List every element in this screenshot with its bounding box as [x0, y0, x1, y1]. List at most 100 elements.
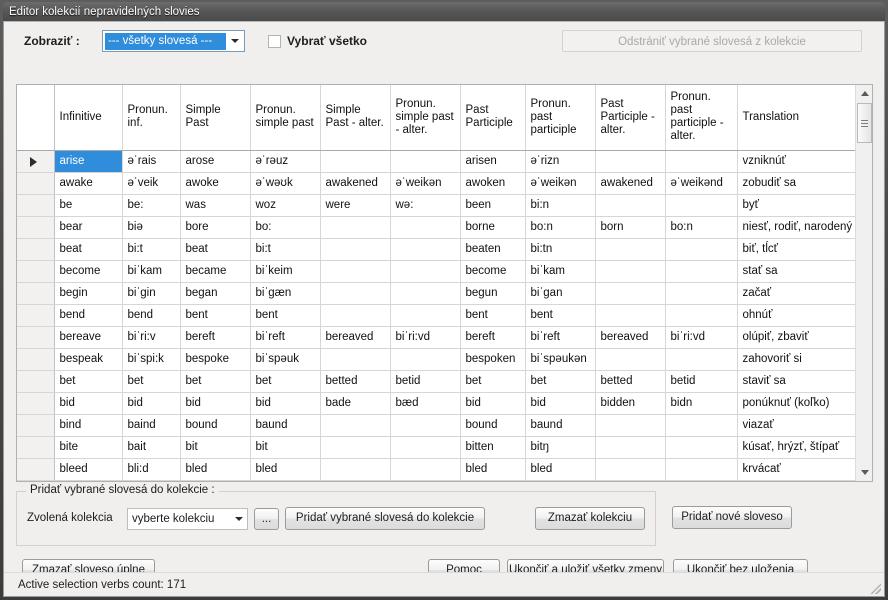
table-cell[interactable]: [320, 304, 391, 327]
row-selector-cell[interactable]: [17, 238, 55, 261]
table-cell[interactable]: krvácať: [737, 458, 857, 481]
table-cell[interactable]: bespoken: [460, 348, 526, 371]
table-cell[interactable]: betted: [320, 370, 391, 393]
row-selector-cell[interactable]: [17, 260, 55, 283]
table-cell[interactable]: bear: [54, 216, 123, 239]
row-selector-cell[interactable]: [17, 282, 55, 305]
table-cell[interactable]: become: [54, 260, 123, 283]
table-cell[interactable]: begun: [460, 282, 526, 305]
row-selector-cell[interactable]: [17, 370, 55, 393]
table-cell[interactable]: bli:d: [122, 458, 181, 481]
table-cell[interactable]: bend: [54, 304, 123, 327]
table-cell[interactable]: bled: [460, 458, 526, 481]
table-cell[interactable]: been: [460, 194, 526, 217]
row-selector-cell[interactable]: [17, 348, 55, 371]
table-cell[interactable]: bitten: [460, 436, 526, 459]
table-cell[interactable]: biˈspəukən: [525, 348, 596, 371]
table-cell[interactable]: [320, 282, 391, 305]
column-header-translation[interactable]: Translation: [737, 85, 857, 151]
row-selector-cell[interactable]: [17, 326, 55, 349]
table-cell[interactable]: əˈrəuz: [250, 150, 321, 173]
table-cell[interactable]: [320, 414, 391, 437]
row-selector-cell[interactable]: [17, 458, 55, 481]
table-cell[interactable]: [665, 458, 738, 481]
table-cell[interactable]: bidden: [595, 392, 666, 415]
table-cell[interactable]: kúsať, hrýzť, štípať: [737, 436, 857, 459]
select-all-checkbox[interactable]: [268, 35, 281, 48]
table-cell[interactable]: was: [180, 194, 251, 217]
table-cell[interactable]: [320, 150, 391, 173]
table-cell[interactable]: biˈkam: [122, 260, 181, 283]
table-cell[interactable]: ohnúť: [737, 304, 857, 327]
table-cell[interactable]: bitŋ: [525, 436, 596, 459]
table-row[interactable]: bind baind bound baund bound baund viazať: [17, 414, 857, 437]
table-cell[interactable]: bid: [54, 392, 123, 415]
table-row[interactable]: bespeak biˈspi:k bespoke biˈspəuk bespoken bi…: [17, 348, 857, 371]
table-cell[interactable]: awoken: [460, 172, 526, 195]
column-header-simple-past-alter[interactable]: Simple Past - alter.: [320, 85, 391, 151]
row-selector-cell[interactable]: [17, 392, 55, 415]
table-cell[interactable]: became: [180, 260, 251, 283]
table-cell[interactable]: born: [595, 216, 666, 239]
table-cell[interactable]: [665, 194, 738, 217]
row-selector-cell[interactable]: [17, 150, 55, 173]
table-cell[interactable]: əˈweikənd: [665, 172, 738, 195]
table-row[interactable]: bet bet bet bet betted betid bet bet betted betid…: [17, 370, 857, 393]
table-cell[interactable]: niesť, rodiť, narodený: [737, 216, 857, 239]
table-cell[interactable]: bid: [180, 392, 251, 415]
column-header-pronun-past-participle-alter[interactable]: Pronun. past participle - alter.: [665, 85, 738, 151]
table-cell[interactable]: ponúknuť (koľko): [737, 392, 857, 415]
table-cell[interactable]: biə: [122, 216, 181, 239]
table-row[interactable]: bereave biˈri:v bereft biˈreft bereaved biˈri…: [17, 326, 857, 349]
table-cell[interactable]: bled: [525, 458, 596, 481]
table-cell[interactable]: bespoke: [180, 348, 251, 371]
table-cell[interactable]: bidn: [665, 392, 738, 415]
table-cell[interactable]: biˈri:vd: [665, 326, 738, 349]
table-cell[interactable]: biˈkeim: [250, 260, 321, 283]
table-cell[interactable]: bend: [122, 304, 181, 327]
collection-combobox[interactable]: vyberte kolekciu: [127, 508, 248, 530]
table-cell[interactable]: bit: [180, 436, 251, 459]
table-cell[interactable]: [390, 150, 461, 173]
resize-grip-icon[interactable]: [869, 582, 881, 594]
table-cell[interactable]: [665, 304, 738, 327]
table-cell[interactable]: əˈweikən: [390, 172, 461, 195]
column-header-past-participle-alter[interactable]: Past Participle - alter.: [595, 85, 666, 151]
table-cell[interactable]: [595, 282, 666, 305]
table-row[interactable]: bleed bli:d bled bled bled bled krvácať: [17, 458, 857, 481]
table-row[interactable]: begin biˈgin began biˈgæn begun biˈgan začať: [17, 282, 857, 305]
table-cell[interactable]: [390, 436, 461, 459]
table-cell[interactable]: baind: [122, 414, 181, 437]
add-new-verb-button[interactable]: Pridať nové sloveso: [672, 506, 792, 529]
table-row[interactable]: bear biə bore bo: borne bo:n born bo:n niesť, ro…: [17, 216, 857, 239]
table-cell[interactable]: bereft: [180, 326, 251, 349]
table-cell[interactable]: [595, 260, 666, 283]
table-cell[interactable]: [390, 216, 461, 239]
table-cell[interactable]: biˈreft: [525, 326, 596, 349]
table-cell[interactable]: bent: [180, 304, 251, 327]
table-cell[interactable]: [390, 348, 461, 371]
table-cell[interactable]: bet: [122, 370, 181, 393]
column-header-infinitive[interactable]: Infinitive: [54, 85, 123, 151]
table-cell[interactable]: bit: [250, 436, 321, 459]
table-cell[interactable]: biˈspi:k: [122, 348, 181, 371]
table-cell[interactable]: bi:t: [250, 238, 321, 261]
table-cell[interactable]: [665, 414, 738, 437]
scroll-down-button[interactable]: [856, 464, 872, 481]
display-filter-dropdown-arrow[interactable]: [226, 31, 244, 51]
table-cell[interactable]: [665, 436, 738, 459]
table-cell[interactable]: bore: [180, 216, 251, 239]
table-cell[interactable]: bound: [460, 414, 526, 437]
table-cell[interactable]: betid: [665, 370, 738, 393]
table-cell[interactable]: begin: [54, 282, 123, 305]
table-cell[interactable]: woz: [250, 194, 321, 217]
table-cell[interactable]: [320, 348, 391, 371]
table-cell[interactable]: [390, 304, 461, 327]
table-cell[interactable]: əˈweikən: [525, 172, 596, 195]
table-cell[interactable]: bent: [460, 304, 526, 327]
table-cell[interactable]: [390, 238, 461, 261]
table-cell[interactable]: bite: [54, 436, 123, 459]
table-cell[interactable]: baund: [250, 414, 321, 437]
table-cell[interactable]: awakened: [595, 172, 666, 195]
scrollbar-thumb[interactable]: [857, 103, 872, 143]
